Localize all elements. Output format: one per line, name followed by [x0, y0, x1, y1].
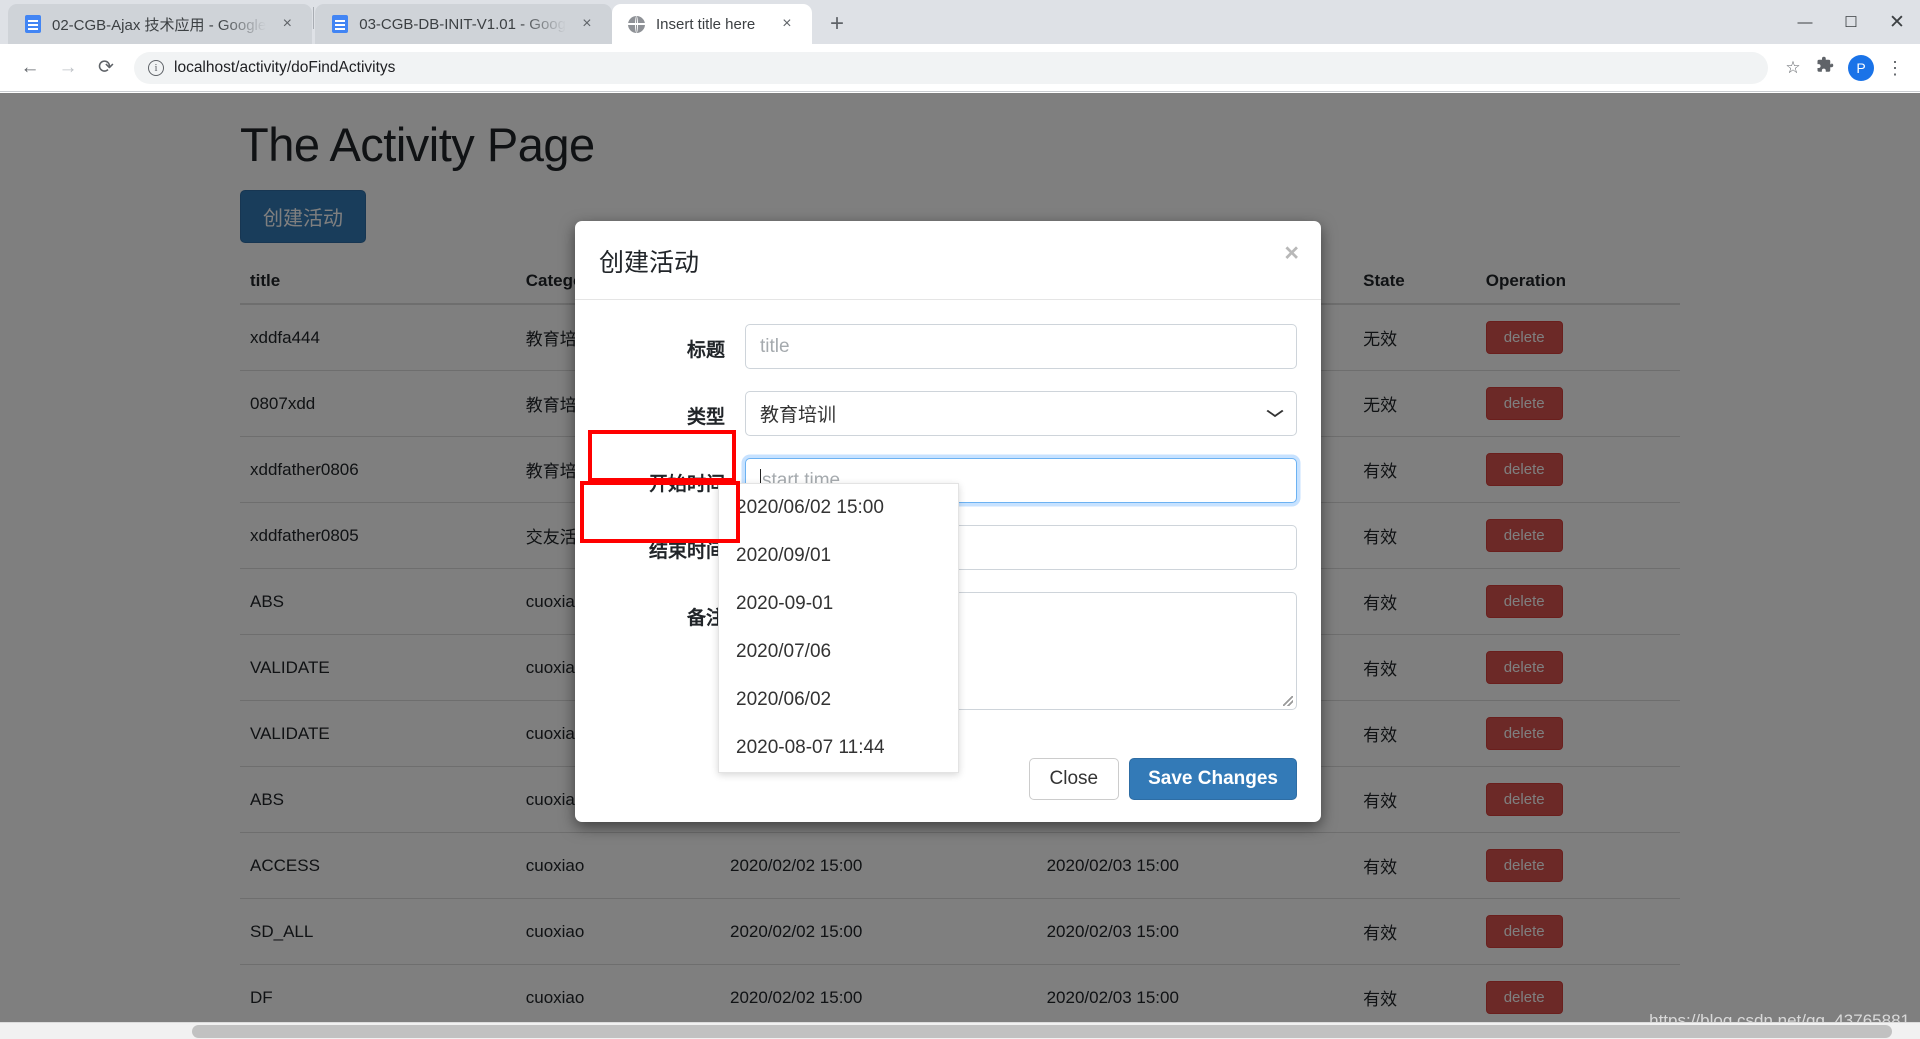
new-tab-button[interactable]: + [820, 7, 854, 41]
avatar[interactable]: P [1848, 54, 1874, 81]
close-button[interactable]: Close [1028, 758, 1120, 800]
autocomplete-option[interactable]: 2020/07/06 [719, 628, 958, 676]
browser-tab-3-active[interactable]: Insert title here × [611, 4, 812, 44]
url-text: localhost/activity/doFindActivitys [174, 58, 396, 76]
form-row-type: 类型 教育培训 [599, 391, 1297, 436]
autocomplete-option[interactable]: 2020/06/02 15:00 [719, 484, 958, 532]
extensions-icon[interactable] [1810, 56, 1840, 79]
type-field-label: 类型 [686, 407, 725, 428]
browser-toolbar: ← → ⟳ i localhost/activity/doFindActivit… [0, 44, 1920, 92]
title-field-wrap: title [745, 324, 1297, 369]
type-select[interactable]: 教育培训 [745, 391, 1297, 436]
tab-title: Insert title here [655, 15, 756, 33]
window-close-icon[interactable]: ✕ [1874, 0, 1920, 44]
close-icon[interactable]: × [1284, 241, 1299, 266]
start-time-autocomplete-list[interactable]: 2020/06/02 15:00 2020/09/01 2020-09-01 2020… [718, 483, 959, 773]
close-icon[interactable]: × [776, 13, 798, 35]
site-info-icon[interactable]: i [148, 59, 164, 76]
window-controls: — ☐ ✕ [1782, 0, 1920, 44]
title-placeholder: title [760, 335, 790, 357]
browser-window: 02-CGB-Ajax 技术应用 - Google × 03-CGB-DB-IN… [0, 0, 1920, 1039]
tab-strip: 02-CGB-Ajax 技术应用 - Google × 03-CGB-DB-IN… [0, 0, 1920, 44]
tab-title: 02-CGB-Ajax 技术应用 - Google [52, 16, 267, 34]
reload-icon[interactable]: ⟳ [88, 50, 124, 86]
maximize-icon[interactable]: ☐ [1828, 0, 1874, 44]
autocomplete-option[interactable]: 2020/06/02 [719, 676, 958, 724]
modal-header: 创建活动 × [575, 221, 1321, 300]
title-field-label: 标题 [686, 340, 725, 361]
tab-divider [313, 6, 315, 29]
type-field-wrap: 教育培训 [745, 391, 1297, 436]
browser-tab-2[interactable]: 03-CGB-DB-INIT-V1.01 - Goog × [315, 4, 612, 44]
title-input[interactable]: title [745, 324, 1297, 369]
address-bar[interactable]: i localhost/activity/doFindActivitys [134, 51, 1768, 84]
page-viewport: The Activity Page 创建活动 title Category St… [0, 93, 1920, 1039]
doc-icon [331, 15, 349, 33]
back-icon[interactable]: ← [12, 50, 48, 86]
scrollbar-thumb[interactable] [192, 1025, 1892, 1038]
autocomplete-option[interactable]: 2020-09-01 [719, 580, 958, 628]
horizontal-scrollbar[interactable] [0, 1022, 1920, 1039]
browser-menu-icon[interactable]: ⋮ [1882, 59, 1908, 77]
bookmark-star-icon[interactable]: ☆ [1778, 58, 1808, 78]
forward-icon[interactable]: → [50, 50, 86, 86]
minimize-icon[interactable]: — [1782, 0, 1828, 44]
type-selected-value: 教育培训 [760, 405, 837, 426]
browser-tab-1[interactable]: 02-CGB-Ajax 技术应用 - Google × [8, 4, 313, 44]
modal-title: 创建活动 [599, 249, 700, 277]
tab-title: 03-CGB-DB-INIT-V1.01 - Goog [359, 15, 566, 33]
autocomplete-option[interactable]: 2020/09/01 [719, 532, 958, 580]
close-icon[interactable]: × [276, 13, 298, 35]
doc-icon [24, 15, 42, 33]
autocomplete-option[interactable]: 2020-08-07 11:44 [719, 724, 958, 772]
globe-icon [628, 15, 646, 33]
chevron-down-icon [1266, 405, 1284, 422]
form-row-title: 标题 title [599, 324, 1297, 369]
save-changes-button[interactable]: Save Changes [1129, 758, 1297, 800]
close-icon[interactable]: × [576, 13, 598, 35]
